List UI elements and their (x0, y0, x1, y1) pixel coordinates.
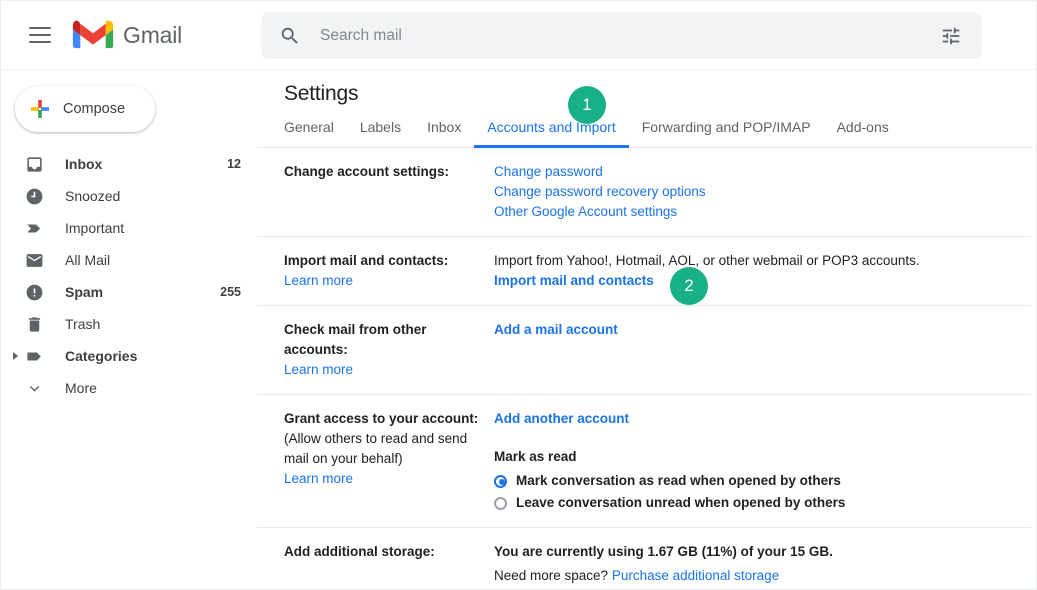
row-label-note: (Allow others to read and send mail on y… (284, 429, 494, 469)
row-label: Check mail from other accounts: Learn mo… (284, 320, 494, 380)
row-body: You are currently using 1.67 GB (11%) of… (494, 542, 1031, 586)
storage-upsell: Need more space? Purchase additional sto… (494, 566, 1031, 586)
sidebar-nav: Inbox 12 Snoozed Important (1, 148, 257, 404)
learn-more-link[interactable]: Learn more (284, 360, 494, 380)
radio-button-selected-icon[interactable] (494, 475, 507, 488)
learn-more-link[interactable]: Learn more (284, 271, 494, 291)
row-label: Grant access to your account: (Allow oth… (284, 409, 494, 513)
settings-main: Settings General Labels Inbox Accounts a… (257, 70, 1034, 589)
search-input[interactable] (318, 26, 940, 46)
tag-icon (23, 347, 45, 366)
row-grant-access: Grant access to your account: (Allow oth… (257, 395, 1031, 528)
mail-icon (23, 251, 45, 270)
radio-mark-as-read[interactable]: Mark conversation as read when opened by… (494, 471, 1031, 491)
tab-add-ons[interactable]: Add-ons (824, 119, 902, 148)
import-description: Import from Yahoo!, Hotmail, AOL, or oth… (494, 251, 1031, 271)
sidebar-item-count: 12 (227, 157, 241, 171)
step-badge-2: 2 (670, 267, 708, 305)
label-important-icon (23, 219, 45, 238)
add-a-mail-account-link[interactable]: Add a mail account (494, 320, 1031, 340)
settings-tabs: General Labels Inbox Accounts and Import… (257, 119, 1034, 148)
sidebar-item-label: Important (65, 220, 241, 236)
sidebar-item-trash[interactable]: Trash (1, 308, 257, 340)
sidebar-item-count: 255 (220, 285, 241, 299)
step-badge-1: 1 (568, 86, 606, 124)
row-import-mail-and-contacts: Import mail and contacts: Learn more Imp… (257, 237, 1031, 306)
row-label-text: Add additional storage: (284, 544, 435, 559)
hamburger-menu-icon[interactable] (16, 11, 64, 59)
sidebar-item-more[interactable]: More (1, 372, 257, 404)
row-body: Import from Yahoo!, Hotmail, AOL, or oth… (494, 251, 1031, 291)
sidebar-item-all-mail[interactable]: All Mail (1, 244, 257, 276)
brand-name: Gmail (123, 22, 182, 49)
sidebar: Compose Inbox 12 Snoozed (1, 70, 257, 590)
radio-label: Leave conversation unread when opened by… (516, 493, 845, 513)
row-body: Add a mail account (494, 320, 1031, 380)
sidebar-item-inbox[interactable]: Inbox 12 (1, 148, 257, 180)
row-label: Import mail and contacts: Learn more (284, 251, 494, 291)
inbox-icon (23, 155, 45, 174)
sidebar-item-label: Categories (65, 348, 241, 364)
change-password-link[interactable]: Change password (494, 162, 1031, 182)
sidebar-item-label: All Mail (65, 252, 241, 268)
sidebar-item-snoozed[interactable]: Snoozed (1, 180, 257, 212)
row-check-mail-other-accounts: Check mail from other accounts: Learn mo… (257, 306, 1031, 395)
sidebar-item-label: Snoozed (65, 188, 241, 204)
change-password-recovery-options-link[interactable]: Change password recovery options (494, 182, 1031, 202)
learn-more-link[interactable]: Learn more (284, 469, 494, 489)
search-icon (279, 25, 301, 47)
other-google-account-settings-link[interactable]: Other Google Account settings (494, 202, 1031, 222)
radio-leave-unread[interactable]: Leave conversation unread when opened by… (494, 493, 1031, 513)
report-icon (23, 283, 45, 302)
sidebar-item-label: Inbox (65, 156, 227, 172)
radio-label: Mark conversation as read when opened by… (516, 471, 841, 491)
need-more-space-text: Need more space? (494, 568, 608, 583)
sidebar-item-spam[interactable]: Spam 255 (1, 276, 257, 308)
search-bar[interactable] (261, 12, 982, 59)
tune-filter-icon[interactable] (940, 25, 962, 47)
sidebar-item-categories[interactable]: Categories (1, 340, 257, 372)
sidebar-item-important[interactable]: Important (1, 212, 257, 244)
trash-icon (23, 315, 45, 334)
row-label-text: Import mail and contacts: (284, 253, 448, 268)
top-bar: Gmail (1, 1, 1036, 70)
row-label-text: Grant access to your account: (284, 411, 478, 426)
row-label: Add additional storage: (284, 542, 494, 586)
tab-inbox[interactable]: Inbox (414, 119, 474, 148)
storage-usage-text: You are currently using 1.67 GB (11%) of… (494, 542, 1031, 562)
import-mail-and-contacts-link[interactable]: Import mail and contacts (494, 271, 1031, 291)
compose-label: Compose (63, 101, 125, 117)
row-change-account-settings: Change account settings: Change password… (257, 148, 1031, 237)
row-body: Change password Change password recovery… (494, 162, 1031, 222)
sidebar-item-label: More (65, 380, 241, 396)
plus-icon (28, 97, 52, 121)
tab-accounts-and-import[interactable]: Accounts and Import (474, 119, 628, 148)
purchase-additional-storage-link[interactable]: Purchase additional storage (612, 568, 779, 583)
row-body: Add another account Mark as read Mark co… (494, 409, 1031, 513)
row-label-text: Change account settings: (284, 164, 449, 179)
mark-as-read-title: Mark as read (494, 447, 1031, 467)
chevron-down-icon (23, 380, 45, 397)
compose-button[interactable]: Compose (15, 86, 155, 132)
tab-general[interactable]: General (284, 119, 347, 148)
page-title: Settings (257, 70, 1034, 106)
gmail-brand[interactable]: Gmail (72, 19, 182, 51)
row-add-additional-storage: Add additional storage: You are currentl… (257, 528, 1031, 590)
gmail-settings-page: Gmail (0, 0, 1037, 590)
sidebar-item-label: Trash (65, 316, 241, 332)
radio-button-unselected-icon[interactable] (494, 497, 507, 510)
sidebar-item-label: Spam (65, 284, 220, 300)
add-another-account-link[interactable]: Add another account (494, 409, 1031, 429)
gmail-logo-icon (72, 19, 114, 51)
chevron-right-icon[interactable] (7, 351, 23, 361)
tab-labels[interactable]: Labels (347, 119, 414, 148)
clock-icon (23, 187, 45, 206)
row-label-text: Check mail from other accounts: (284, 322, 427, 357)
row-label: Change account settings: (284, 162, 494, 222)
tab-forwarding-and-pop-imap[interactable]: Forwarding and POP/IMAP (629, 119, 824, 148)
